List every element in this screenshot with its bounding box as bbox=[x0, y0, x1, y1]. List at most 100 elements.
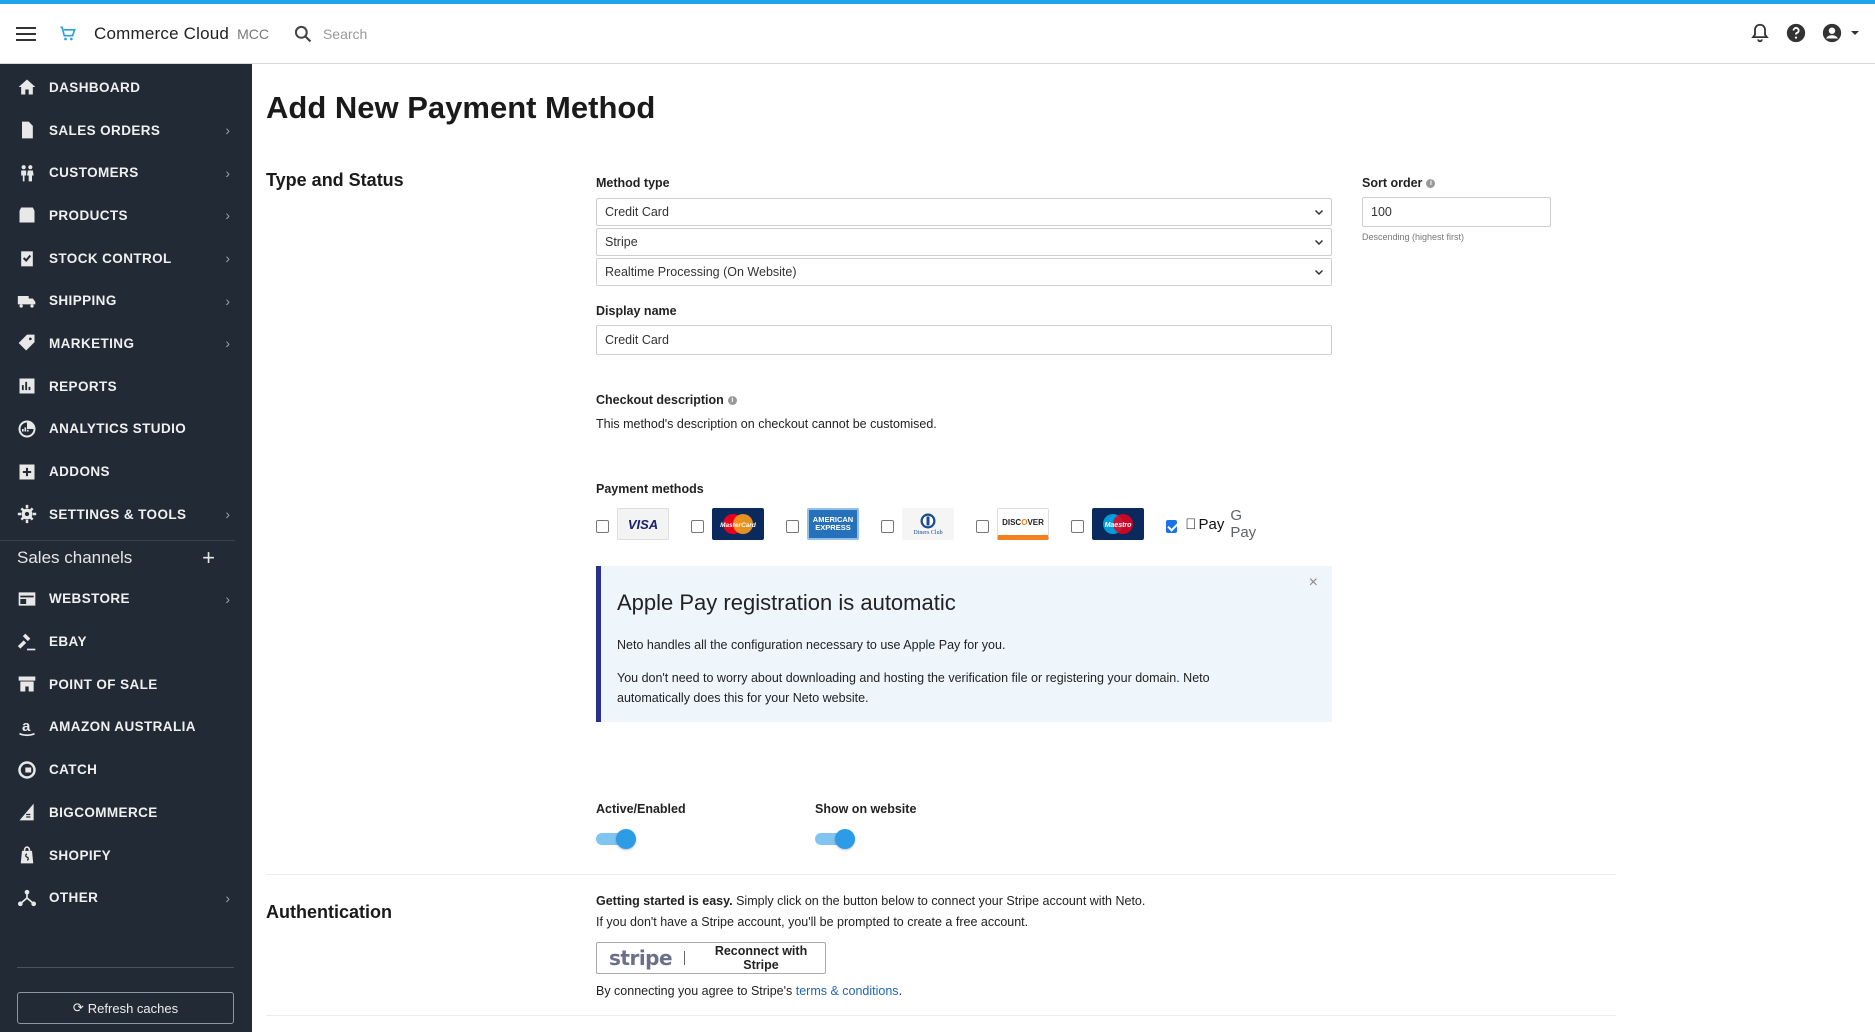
active-enabled-toggle[interactable] bbox=[596, 829, 636, 849]
sort-order-label: Sort order i bbox=[1362, 176, 1436, 190]
mastercard-checkbox[interactable] bbox=[691, 520, 704, 533]
chevron-right-icon: › bbox=[225, 506, 230, 523]
sidebar-item-label: AMAZON AUSTRALIA bbox=[49, 719, 196, 735]
store-icon bbox=[16, 673, 38, 695]
sidebar-item-shopify[interactable]: SHOPIFY bbox=[0, 834, 252, 877]
help-icon[interactable] bbox=[1785, 22, 1807, 44]
chevron-right-icon: › bbox=[225, 122, 230, 139]
chevron-down-icon bbox=[1314, 239, 1324, 246]
info-icon[interactable]: i bbox=[1426, 178, 1436, 188]
sidebar-item-ebay[interactable]: EBAY bbox=[0, 620, 252, 663]
discover-checkbox[interactable] bbox=[976, 520, 989, 533]
discover-icon: DISC O VER bbox=[997, 508, 1049, 540]
app-title[interactable]: Commerce Cloud bbox=[94, 24, 229, 44]
method-type-select[interactable]: Credit Card bbox=[596, 198, 1332, 226]
sidebar-item-label: STOCK CONTROL bbox=[49, 250, 172, 266]
method-type-label: Method type bbox=[596, 176, 670, 190]
app-subtitle: MCC bbox=[237, 25, 269, 42]
payment-method-diners[interactable]: Diners Club bbox=[881, 508, 954, 540]
sidebar-item-settings-tools[interactable]: SETTINGS & TOOLS › bbox=[0, 493, 252, 536]
sidebar-item-sales-orders[interactable]: SALES ORDERS › bbox=[0, 109, 252, 152]
analytics-icon bbox=[16, 418, 38, 440]
search-input[interactable] bbox=[322, 25, 623, 42]
payment-method-mastercard[interactable]: MasterCard bbox=[691, 508, 764, 540]
payment-method-visa[interactable]: VISA bbox=[596, 508, 669, 540]
auth-note-text: If you don't have a Stripe account, you'… bbox=[596, 915, 1029, 929]
amazon-icon: a bbox=[16, 716, 38, 738]
applepay-gpay-icon:  Pay G Pay bbox=[1185, 507, 1258, 541]
chevron-down-icon[interactable] bbox=[1849, 27, 1861, 39]
sidebar-item-dashboard[interactable]: DASHBOARD bbox=[0, 66, 252, 109]
amex-checkbox[interactable] bbox=[786, 520, 799, 533]
auth-intro-text: Getting started is easy. Simply click on… bbox=[596, 894, 1146, 908]
sidebar-item-label: SHIPPING bbox=[49, 293, 117, 309]
home-icon bbox=[16, 76, 38, 98]
sidebar-item-marketing[interactable]: MARKETING › bbox=[0, 322, 252, 365]
bell-icon[interactable] bbox=[1749, 22, 1771, 44]
sidebar-divider bbox=[17, 967, 234, 968]
sidebar-item-label: ADDONS bbox=[49, 464, 110, 480]
sidebar-item-catch[interactable]: CATCH bbox=[0, 748, 252, 791]
sidebar-item-point-of-sale[interactable]: POINT OF SALE bbox=[0, 663, 252, 706]
checkout-description-label: Checkout description i bbox=[596, 393, 737, 407]
refresh-icon: ⟳ bbox=[72, 1000, 84, 1015]
payment-method-applepay-gpay[interactable]:  Pay G Pay bbox=[1166, 507, 1258, 541]
section-divider bbox=[266, 1015, 1616, 1016]
plus-square-icon bbox=[16, 461, 38, 483]
gear-icon bbox=[16, 503, 38, 525]
bar-chart-icon bbox=[16, 375, 38, 397]
sort-order-input[interactable]: 100 bbox=[1362, 197, 1551, 227]
sidebar-item-webstore[interactable]: WEBSTORE › bbox=[0, 578, 252, 621]
diners-checkbox[interactable] bbox=[881, 520, 894, 533]
box-icon bbox=[16, 204, 38, 226]
sidebar-item-customers[interactable]: CUSTOMERS › bbox=[0, 151, 252, 194]
applepay-alert: Apple Pay registration is automatic Neto… bbox=[596, 566, 1332, 722]
alert-text-2: You don't need to worry about downloadin… bbox=[617, 671, 1210, 705]
svg-text:a: a bbox=[22, 718, 31, 735]
refresh-caches-button[interactable]: ⟳ Refresh caches bbox=[17, 992, 234, 1024]
sidebar-item-analytics-studio[interactable]: ANALYTICS STUDIO bbox=[0, 408, 252, 451]
tag-icon bbox=[16, 332, 38, 354]
processing-value: Realtime Processing (On Website) bbox=[605, 265, 797, 279]
sidebar-item-stock-control[interactable]: STOCK CONTROL › bbox=[0, 237, 252, 280]
payment-methods-label: Payment methods bbox=[596, 482, 704, 496]
payment-method-amex[interactable]: AMERICAN EXPRESS bbox=[786, 508, 859, 540]
sidebar-item-label: SETTINGS & TOOLS bbox=[49, 506, 187, 522]
gateway-select[interactable]: Stripe bbox=[596, 228, 1332, 256]
apple-icon:  bbox=[1185, 516, 1196, 533]
processing-select[interactable]: Realtime Processing (On Website) bbox=[596, 258, 1332, 286]
catch-icon bbox=[16, 759, 38, 781]
applepay-checkbox[interactable] bbox=[1166, 520, 1178, 533]
close-icon[interactable]: × bbox=[1309, 574, 1318, 592]
reconnect-stripe-button[interactable]: stripe Reconnect with Stripe bbox=[596, 942, 826, 974]
user-avatar-icon[interactable] bbox=[1821, 22, 1843, 44]
gpay-label: G Pay bbox=[1218, 507, 1256, 541]
sidebar-item-label: DASHBOARD bbox=[49, 79, 141, 95]
sidebar-item-label: ANALYTICS STUDIO bbox=[49, 421, 187, 437]
sidebar-item-addons[interactable]: ADDONS bbox=[0, 450, 252, 493]
authentication-title: Authentication bbox=[266, 902, 392, 922]
chevron-down-icon bbox=[1314, 269, 1324, 276]
sidebar-item-reports[interactable]: REPORTS bbox=[0, 365, 252, 408]
sidebar-item-label: PRODUCTS bbox=[49, 207, 128, 223]
chevron-right-icon: › bbox=[225, 292, 230, 309]
payment-method-maestro[interactable]: Maestro bbox=[1071, 508, 1144, 540]
mastercard-icon: MasterCard bbox=[712, 508, 764, 540]
applepay-label: Pay bbox=[1186, 515, 1224, 533]
visa-checkbox[interactable] bbox=[596, 520, 609, 533]
sidebar-item-bigcommerce[interactable]: BIGCOMMERCE bbox=[0, 791, 252, 834]
main-content: Add New Payment Method Type and Status M… bbox=[252, 64, 1875, 1032]
show-on-website-toggle[interactable] bbox=[815, 829, 855, 849]
info-icon[interactable]: i bbox=[727, 395, 737, 405]
display-name-input[interactable]: Credit Card bbox=[596, 325, 1332, 355]
sidebar-item-products[interactable]: PRODUCTS › bbox=[0, 194, 252, 237]
payment-method-discover[interactable]: DISC O VER bbox=[976, 508, 1049, 540]
add-channel-icon[interactable]: + bbox=[202, 547, 215, 569]
terms-link[interactable]: terms & conditions bbox=[796, 984, 899, 998]
menu-icon[interactable] bbox=[16, 26, 36, 41]
sidebar-item-amazon-australia[interactable]: a AMAZON AUSTRALIA bbox=[0, 706, 252, 749]
section-divider bbox=[266, 874, 1616, 875]
maestro-checkbox[interactable] bbox=[1071, 520, 1084, 533]
sidebar-item-other[interactable]: OTHER › bbox=[0, 876, 252, 919]
sidebar-item-shipping[interactable]: SHIPPING › bbox=[0, 279, 252, 322]
